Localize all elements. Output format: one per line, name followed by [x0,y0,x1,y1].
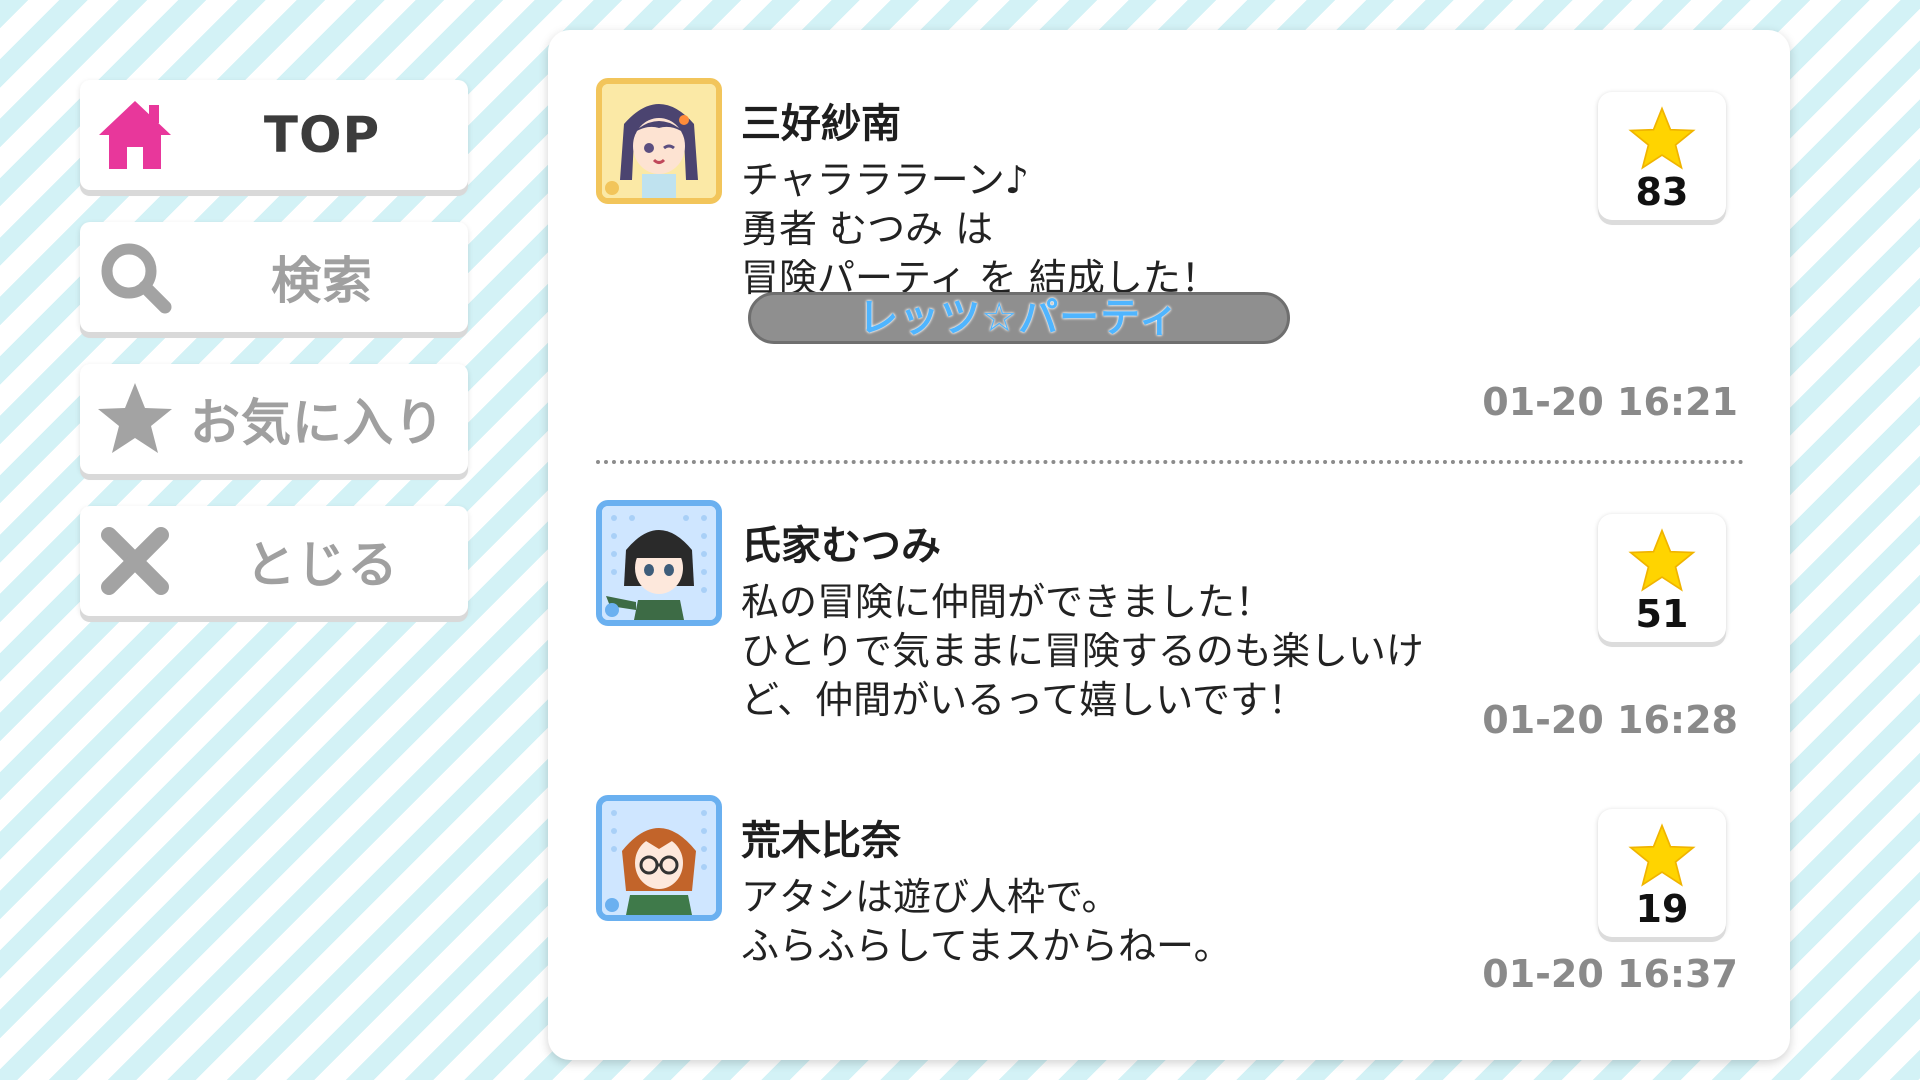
sidebar-search-label: 検索 [271,252,373,310]
search-icon [80,222,190,332]
star-icon [1628,528,1696,592]
post-text: 私の冒険に仲間ができました！ ひとりで気ままに冒険するのも楽しいけ ど、仲間がい… [741,580,1424,722]
post-timestamp: 01-20 16:28 [1482,698,1738,742]
close-icon [80,506,190,616]
post-divider [596,460,1744,464]
like-button[interactable]: 19 [1598,809,1726,937]
like-count: 83 [1635,170,1689,214]
post-timestamp: 01-20 16:21 [1482,380,1738,424]
post-author-name: 荒木比奈 [741,818,901,864]
post-author-name: 三好紗南 [741,101,901,147]
character-avatar-mutsumi[interactable] [596,500,722,626]
sidebar-close-button[interactable]: とじる [80,506,468,616]
sidebar-top-label: TOP [263,106,381,164]
character-avatar-hina[interactable] [596,795,722,921]
star-icon [1628,106,1696,170]
post-text: チャラララーン♪ 勇者 むつみ は 冒険パーティ を 結成した！ [741,158,1219,300]
star-icon [1628,823,1696,887]
post-author-name: 氏家むつみ [741,523,941,569]
star-icon [80,364,190,474]
sidebar-close-label: とじる [245,536,399,594]
like-count: 19 [1635,887,1689,931]
like-button[interactable]: 51 [1598,514,1726,642]
sidebar-favorites-label: お気に入り [190,394,445,452]
character-avatar-sana[interactable] [596,78,722,204]
like-count: 51 [1635,592,1689,636]
post-tag-button[interactable]: レッツ☆パーティ [748,292,1290,344]
post-timestamp: 01-20 16:37 [1482,952,1738,996]
sidebar-top-button[interactable]: TOP [80,80,468,190]
like-button[interactable]: 83 [1598,92,1726,220]
home-icon [80,80,190,190]
sidebar-search-button[interactable]: 検索 [80,222,468,332]
sidebar-favorites-button[interactable]: お気に入り [80,364,468,474]
post-text: アタシは遊び人枠で。 ふらふらしてまスからねー。 [741,875,1232,968]
timeline-panel: 三好紗南 チャラララーン♪ 勇者 むつみ は 冒険パーティ を 結成した！ レッ… [548,30,1790,1060]
